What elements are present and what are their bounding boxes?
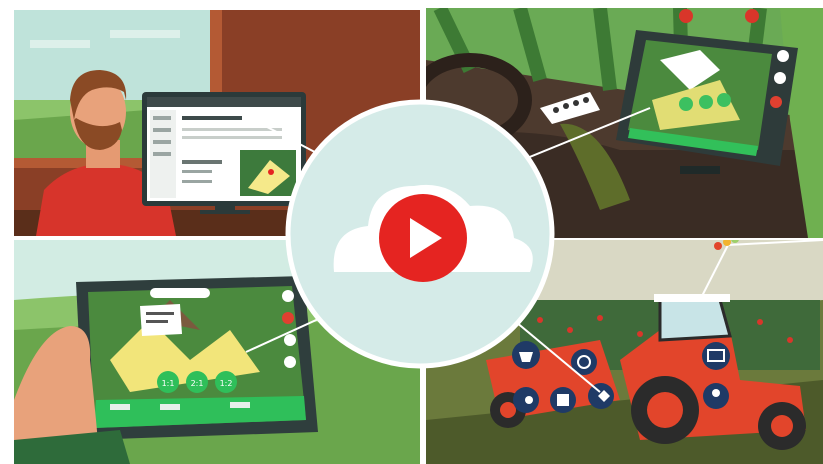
tablet-badge-3: 1:2 xyxy=(220,379,233,388)
play-button[interactable] xyxy=(379,194,467,282)
tablet-badge-2: 2:1 xyxy=(191,379,204,388)
illustration: 1:1 2:1 1:2 xyxy=(14,8,823,464)
handheld-tablet-icon: 1:1 2:1 1:2 xyxy=(76,276,318,440)
video-thumbnail[interactable]: 1:1 2:1 1:2 xyxy=(0,0,823,464)
desktop-monitor-icon xyxy=(142,92,306,214)
monitor-icon xyxy=(702,342,730,370)
tablet-badge-1: 1:1 xyxy=(162,379,175,388)
